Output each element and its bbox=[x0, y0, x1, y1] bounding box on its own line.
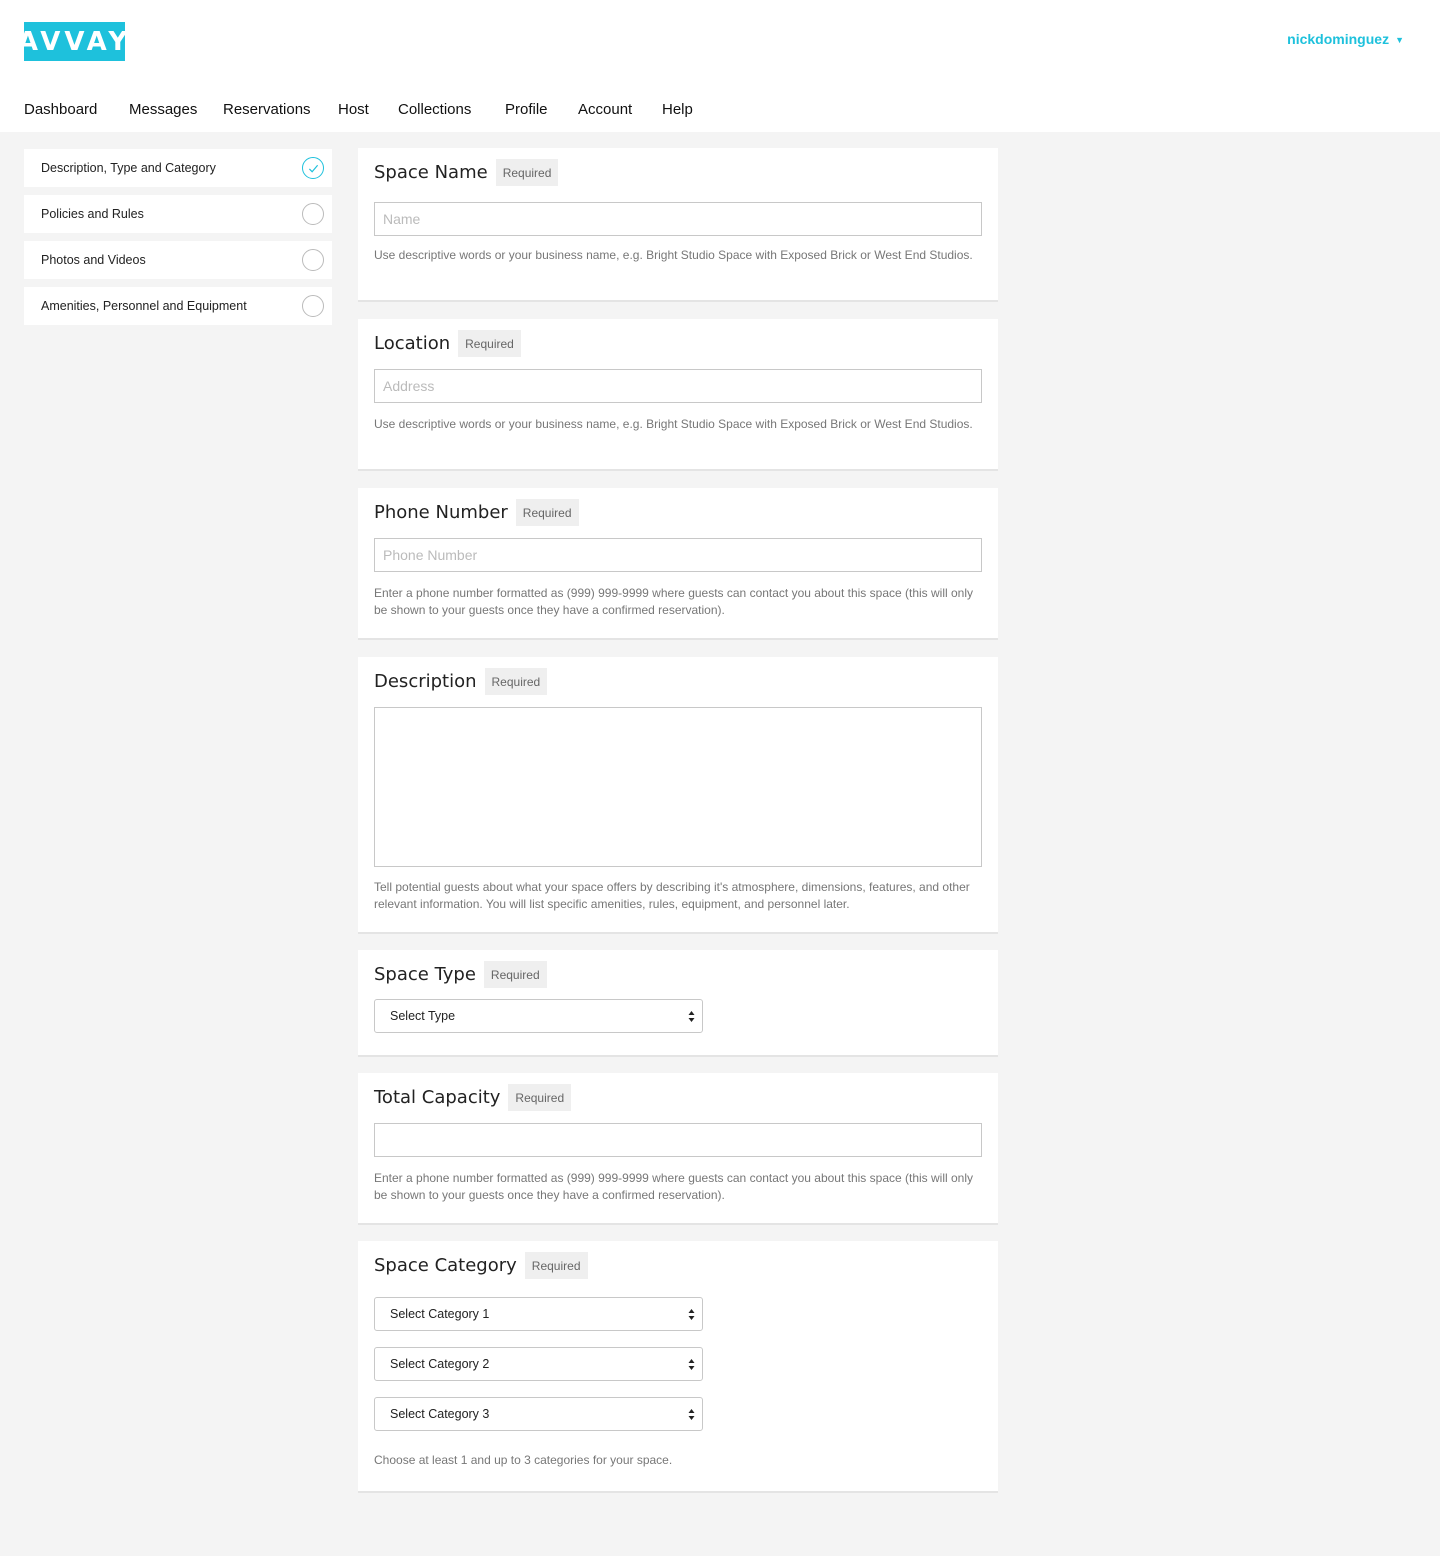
required-badge: Required bbox=[495, 159, 559, 186]
empty-circle-icon bbox=[302, 249, 324, 271]
category-1-select[interactable]: Select Category 1 bbox=[374, 1297, 703, 1331]
select-arrows-icon bbox=[688, 1359, 695, 1370]
nav-account[interactable]: Account bbox=[578, 101, 632, 118]
nav-messages[interactable]: Messages bbox=[129, 101, 197, 118]
nav-host[interactable]: Host bbox=[338, 101, 369, 118]
select-arrows-icon bbox=[688, 1011, 695, 1022]
sidebar-item-policies[interactable]: Policies and Rules bbox=[24, 195, 332, 233]
card-location: Location Required Use descriptive words … bbox=[358, 319, 998, 471]
empty-circle-icon bbox=[302, 203, 324, 225]
sidebar-item-description[interactable]: Description, Type and Category bbox=[24, 149, 332, 187]
empty-circle-icon bbox=[302, 295, 324, 317]
section-title: Total Capacity bbox=[374, 1087, 501, 1108]
address-input[interactable] bbox=[374, 369, 982, 403]
select-value: Select Category 1 bbox=[390, 1307, 490, 1321]
required-badge: Required bbox=[483, 961, 547, 988]
help-text: Use descriptive words or your business n… bbox=[374, 417, 973, 431]
section-title: Space Type bbox=[374, 964, 476, 985]
select-arrows-icon bbox=[688, 1309, 695, 1320]
sidebar-item-label: Amenities, Personnel and Equipment bbox=[41, 299, 247, 313]
space-name-input[interactable] bbox=[374, 202, 982, 236]
header: AVVAY nickdominguez ▼ Dashboard Messages… bbox=[0, 0, 1440, 132]
sidebar-item-photos[interactable]: Photos and Videos bbox=[24, 241, 332, 279]
help-text: Choose at least 1 and up to 3 categories… bbox=[374, 1453, 673, 1467]
main-nav: Dashboard Messages Reservations Host Col… bbox=[0, 101, 800, 123]
card-capacity: Total Capacity Required Enter a phone nu… bbox=[358, 1073, 998, 1225]
username[interactable]: nickdominguez bbox=[1287, 31, 1389, 47]
select-value: Select Category 3 bbox=[390, 1407, 490, 1421]
select-arrows-icon bbox=[688, 1409, 695, 1420]
required-badge: Required bbox=[515, 499, 579, 526]
card-category: Space Category Required Select Category … bbox=[358, 1241, 998, 1493]
section-title: Location bbox=[374, 333, 451, 354]
required-badge: Required bbox=[458, 330, 521, 357]
category-3-select[interactable]: Select Category 3 bbox=[374, 1397, 703, 1431]
help-text: Use descriptive words or your business n… bbox=[374, 248, 973, 262]
required-badge: Required bbox=[484, 668, 548, 695]
help-text: Tell potential guests about what your sp… bbox=[374, 880, 970, 911]
nav-profile[interactable]: Profile bbox=[505, 101, 548, 118]
nav-help[interactable]: Help bbox=[662, 101, 693, 118]
card-space-name: Space Name Required Use descriptive word… bbox=[358, 148, 998, 302]
card-description: Description Required Tell potential gues… bbox=[358, 657, 998, 934]
nav-reservations[interactable]: Reservations bbox=[223, 101, 311, 118]
section-title: Space Category bbox=[374, 1255, 517, 1276]
required-badge: Required bbox=[524, 1252, 588, 1279]
capacity-input[interactable] bbox=[374, 1123, 982, 1157]
sidebar-item-amenities[interactable]: Amenities, Personnel and Equipment bbox=[24, 287, 332, 325]
card-phone: Phone Number Required Enter a phone numb… bbox=[358, 488, 998, 640]
phone-input[interactable] bbox=[374, 538, 982, 572]
sidebar: Description, Type and Category Policies … bbox=[24, 149, 332, 333]
nav-dashboard[interactable]: Dashboard bbox=[24, 101, 97, 118]
space-type-select[interactable]: Select Type bbox=[374, 999, 703, 1033]
card-space-type: Space Type Required Select Type bbox=[358, 950, 998, 1057]
section-title: Phone Number bbox=[374, 502, 508, 523]
logo[interactable]: AVVAY bbox=[18, 22, 127, 61]
nav-collections[interactable]: Collections bbox=[398, 101, 471, 118]
category-2-select[interactable]: Select Category 2 bbox=[374, 1347, 703, 1381]
description-textarea[interactable] bbox=[374, 707, 982, 867]
help-text: Enter a phone number formatted as (999) … bbox=[374, 586, 974, 617]
sidebar-item-label: Description, Type and Category bbox=[41, 161, 216, 175]
user-menu[interactable]: nickdominguez ▼ bbox=[1287, 31, 1404, 47]
check-circle-icon bbox=[302, 157, 324, 179]
section-title: Space Name bbox=[374, 162, 488, 183]
required-badge: Required bbox=[508, 1084, 572, 1111]
sidebar-item-label: Policies and Rules bbox=[41, 207, 144, 221]
chevron-down-icon[interactable]: ▼ bbox=[1395, 35, 1404, 45]
select-value: Select Category 2 bbox=[390, 1357, 490, 1371]
help-text: Enter a phone number formatted as (999) … bbox=[374, 1171, 974, 1202]
section-title: Description bbox=[374, 671, 477, 692]
sidebar-item-label: Photos and Videos bbox=[41, 253, 146, 267]
select-value: Select Type bbox=[390, 1009, 456, 1023]
